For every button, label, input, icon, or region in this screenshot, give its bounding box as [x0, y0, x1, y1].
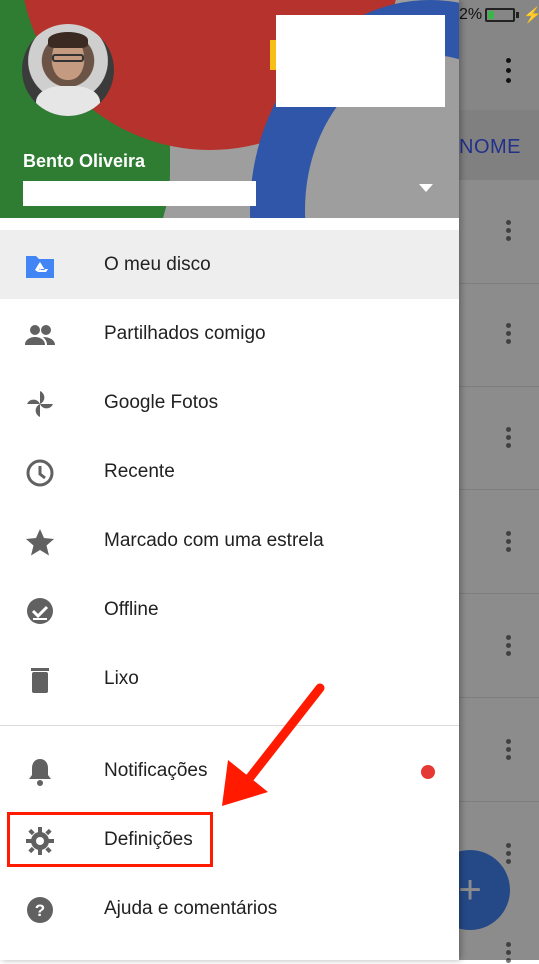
people-icon: [25, 325, 55, 345]
battery-tip: [516, 12, 519, 18]
charging-icon: ⚡: [523, 7, 539, 24]
battery-icon: [485, 8, 515, 22]
menu-item-label: Lixo: [104, 668, 139, 689]
menu-item-label: Recente: [104, 461, 175, 482]
menu-item-trash[interactable]: Lixo: [0, 644, 459, 713]
svg-text:?: ?: [35, 901, 45, 920]
bell-icon: [29, 759, 51, 786]
menu-item-label: Offline: [104, 599, 159, 620]
trash-icon: [31, 668, 49, 693]
menu-item-my-drive[interactable]: O meu disco: [0, 230, 459, 299]
menu-item-label: O meu disco: [104, 254, 211, 275]
google-photos-icon: [27, 391, 53, 417]
notification-badge: [421, 765, 435, 779]
menu-item-recent[interactable]: Recente: [0, 437, 459, 506]
clock-icon: [26, 459, 54, 487]
menu-item-shared-with-me[interactable]: Partilhados comigo: [0, 299, 459, 368]
drive-folder-icon: [26, 256, 54, 278]
menu-item-label: Marcado com uma estrela: [104, 530, 324, 551]
menu-item-label: Notificações: [104, 760, 208, 781]
account-dropdown-icon[interactable]: [419, 184, 433, 192]
help-icon: ?: [27, 897, 53, 923]
menu-item-label: Ajuda e comentários: [104, 898, 278, 919]
menu-item-google-photos[interactable]: Google Fotos: [0, 368, 459, 437]
menu-item-label: Partilhados comigo: [104, 323, 266, 344]
star-icon: [26, 529, 54, 556]
avatar[interactable]: [22, 24, 114, 116]
account-header[interactable]: Bento Oliveira: [0, 0, 459, 218]
menu-item-starred[interactable]: Marcado com uma estrela: [0, 506, 459, 575]
status-bar: 2% ⚡: [459, 0, 539, 30]
redacted-area: [276, 15, 445, 107]
menu-divider: [0, 725, 459, 726]
offline-check-icon: [27, 598, 53, 624]
menu-item-offline[interactable]: Offline: [0, 575, 459, 644]
annotation-highlight-box: [7, 812, 213, 867]
redacted-email: [23, 181, 256, 206]
menu-item-notifications[interactable]: Notificações: [0, 736, 459, 805]
menu-item-label: Google Fotos: [104, 392, 219, 413]
battery-percent: 2%: [459, 6, 483, 23]
account-name: Bento Oliveira: [23, 151, 146, 171]
menu-item-help[interactable]: ? Ajuda e comentários: [0, 874, 459, 943]
battery-level-fill: [488, 11, 494, 19]
